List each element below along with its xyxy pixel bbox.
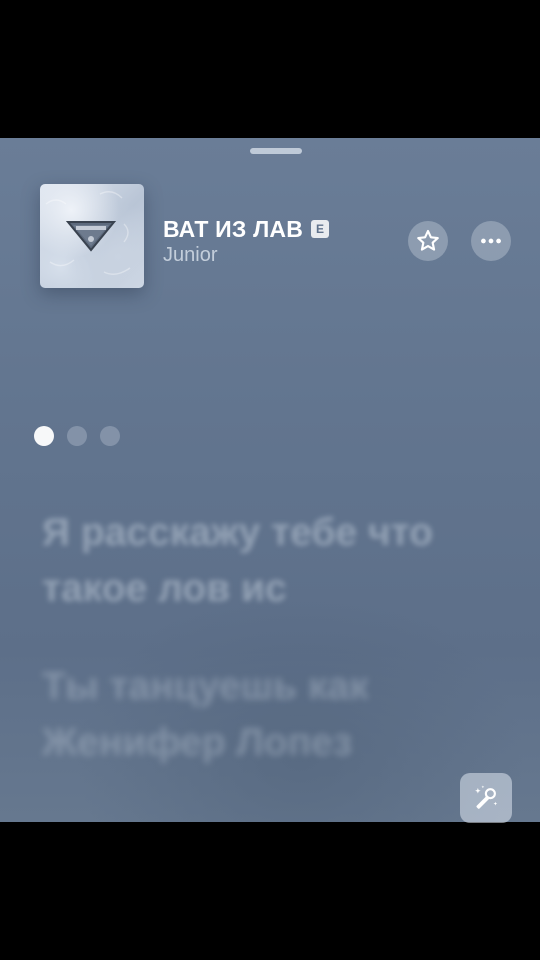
favorite-button[interactable] bbox=[408, 221, 448, 261]
artwork-triangle-logo-icon bbox=[45, 191, 131, 275]
screen: ВАТ ИЗ ЛАВ E Junior Я расскажу тебе что … bbox=[0, 0, 540, 960]
artist-name[interactable]: Junior bbox=[163, 244, 217, 267]
page-indicator-dot-active[interactable] bbox=[34, 426, 54, 446]
sheet-grabber-handle[interactable] bbox=[250, 148, 302, 154]
album-artwork[interactable] bbox=[40, 184, 144, 288]
ellipsis-icon bbox=[481, 238, 501, 244]
track-title: ВАТ ИЗ ЛАВ bbox=[163, 215, 304, 242]
lyric-line-current[interactable]: Я расскажу тебе что такое лов ис bbox=[42, 505, 482, 617]
lyric-line-next[interactable]: Ты танцуешь как Женифер Лопез bbox=[42, 659, 482, 771]
lyrics-view[interactable]: Я расскажу тебе что такое лов ис Ты танц… bbox=[42, 505, 482, 813]
microphone-sparkle-icon bbox=[475, 785, 498, 809]
star-outline-icon bbox=[417, 229, 439, 251]
page-indicator-dot[interactable] bbox=[67, 426, 87, 446]
sing-mode-button[interactable] bbox=[460, 773, 512, 823]
more-options-button[interactable] bbox=[471, 221, 511, 261]
explicit-badge: E bbox=[311, 220, 330, 238]
track-title-row[interactable]: ВАТ ИЗ ЛАВ E bbox=[163, 214, 330, 244]
page-indicator-dot[interactable] bbox=[100, 426, 120, 446]
page-indicator[interactable] bbox=[34, 426, 120, 446]
